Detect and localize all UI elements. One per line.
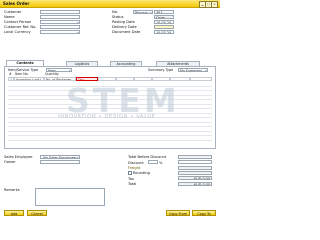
document-number-field[interactable]: 363 bbox=[154, 9, 174, 14]
discount-amount-field[interactable] bbox=[178, 160, 212, 165]
total-before-discount-field bbox=[178, 154, 212, 159]
discount-percent-sign: % bbox=[159, 160, 163, 165]
watermark-tagline: INNOVATION • DESIGN • VALUE bbox=[58, 114, 156, 120]
summary-type-select[interactable]: No Summary bbox=[178, 67, 208, 72]
contact-person-select[interactable] bbox=[40, 19, 80, 24]
status-label: Status bbox=[112, 15, 124, 19]
summary-type-label: Summary Type bbox=[148, 68, 174, 72]
discount-label: Discount bbox=[128, 160, 144, 165]
delivery-date-field[interactable] bbox=[154, 24, 174, 29]
local-currency-select[interactable] bbox=[40, 29, 80, 34]
copy-from-button[interactable]: Copy From bbox=[166, 210, 190, 216]
discount-percent-field[interactable] bbox=[148, 160, 158, 165]
remarks-textarea[interactable] bbox=[35, 188, 105, 206]
empty-grid-row bbox=[8, 135, 212, 141]
customer-field[interactable] bbox=[40, 9, 80, 14]
window-titlebar bbox=[0, 0, 220, 8]
copy-to-button[interactable]: Copy To bbox=[192, 210, 216, 216]
customer-ref-label: Customer Ref. No. bbox=[4, 25, 37, 29]
contact-person-label: Contact Person bbox=[4, 20, 32, 24]
delivery-date-label: Delivery Date bbox=[112, 25, 137, 29]
total-before-discount-label: Total Before Discount bbox=[128, 155, 167, 159]
posting-date-label: Posting Date bbox=[112, 20, 135, 24]
rounding-field bbox=[178, 170, 212, 175]
document-date-label: Document Date bbox=[112, 30, 141, 34]
series-select[interactable]: Primary bbox=[133, 9, 153, 14]
local-currency-label: Local Currency bbox=[4, 30, 31, 34]
freight-label[interactable]: Freight bbox=[128, 166, 140, 170]
customer-label: Customer bbox=[4, 10, 22, 14]
remarks-label: Remarks bbox=[4, 188, 20, 192]
posting-date-field[interactable]: 10.03.20 bbox=[154, 19, 174, 24]
total-field: KUD 0.00 bbox=[178, 181, 212, 186]
owner-label: Owner bbox=[4, 160, 16, 164]
window-title: Sales Order bbox=[3, 1, 30, 6]
add-button[interactable]: Add bbox=[4, 210, 24, 216]
freight-field bbox=[178, 165, 212, 170]
customer-ref-field[interactable] bbox=[40, 24, 80, 29]
no-label: No. bbox=[112, 10, 118, 14]
sales-employee-label: Sales Employee bbox=[4, 155, 33, 159]
document-date-field[interactable]: 10.03.20 bbox=[154, 29, 174, 34]
name-field[interactable] bbox=[40, 14, 80, 19]
name-label: Name bbox=[4, 15, 15, 19]
close-icon[interactable]: × bbox=[211, 1, 218, 8]
total-label: Total bbox=[128, 182, 137, 186]
tax-label: Tax bbox=[128, 176, 134, 181]
stem-watermark: STEM INNOVATION • DESIGN • VALUE bbox=[58, 81, 188, 120]
tax-field: KUD 0.00 bbox=[178, 176, 212, 181]
owner-field[interactable] bbox=[40, 159, 80, 164]
cancel-button[interactable]: Cancel bbox=[27, 210, 47, 216]
rounding-checkbox[interactable] bbox=[128, 171, 132, 175]
rounding-label: Rounding bbox=[133, 171, 150, 175]
status-field: Open bbox=[154, 14, 174, 19]
sales-employee-select[interactable]: -No Sales Employee- bbox=[40, 154, 80, 159]
